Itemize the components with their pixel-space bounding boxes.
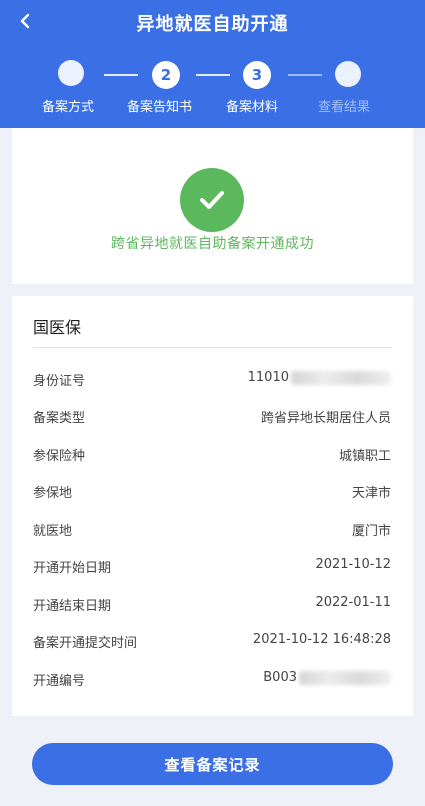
row-label-start-date: 开通开始日期: [33, 561, 112, 576]
row-value-insured-place: 天津市: [351, 486, 391, 501]
view-records-button[interactable]: 查看备案记录: [32, 743, 393, 785]
row-value-medical-place: 厦门市: [351, 524, 391, 539]
step-4-circle: [335, 61, 361, 87]
success-badge: [180, 168, 244, 232]
step-connector: [196, 74, 230, 76]
row-label-type: 备案类型: [33, 411, 86, 426]
row-value-end-date: 2022-01-11: [315, 595, 391, 610]
row-value-submit-time: 2021-10-12 16:48:28: [252, 632, 391, 647]
row-label-insured-place: 参保地: [33, 486, 73, 501]
row-value-number: B003: [263, 670, 391, 685]
row-value-start-date: 2021-10-12: [315, 557, 391, 572]
step-connector: [104, 74, 138, 76]
step-label-notice: 备案告知书: [127, 100, 193, 115]
row-label-end-date: 开通结束日期: [33, 599, 112, 614]
row-label-insurance: 参保险种: [33, 449, 86, 464]
step-label-materials: 备案材料: [226, 100, 279, 115]
info-card: [12, 296, 413, 716]
row-label-medical-place: 就医地: [33, 524, 73, 539]
section-title: 国医保: [33, 318, 82, 337]
step-label-result: 查看结果: [318, 100, 371, 115]
row-label-id: 身份证号: [33, 374, 86, 389]
step-3-circle: 3: [243, 61, 271, 89]
step-label-method: 备案方式: [42, 100, 95, 115]
success-message: 跨省异地就医自助备案开通成功: [111, 236, 314, 252]
check-icon: [200, 191, 224, 209]
step-connector: [288, 74, 322, 76]
row-value-type: 跨省异地长期居住人员: [260, 411, 391, 426]
step-2-circle: 2: [152, 61, 180, 89]
row-value-id: 11010: [248, 370, 391, 385]
page-title: 异地就医自助开通: [136, 14, 289, 35]
step-1-circle: [58, 60, 84, 86]
divider: [33, 347, 392, 348]
row-label-number: 开通编号: [33, 674, 86, 689]
redacted-block: [291, 370, 391, 385]
redacted-block: [299, 670, 391, 685]
row-label-submit-time: 备案开通提交时间: [33, 636, 138, 651]
row-value-insurance: 城镇职工: [338, 449, 391, 464]
